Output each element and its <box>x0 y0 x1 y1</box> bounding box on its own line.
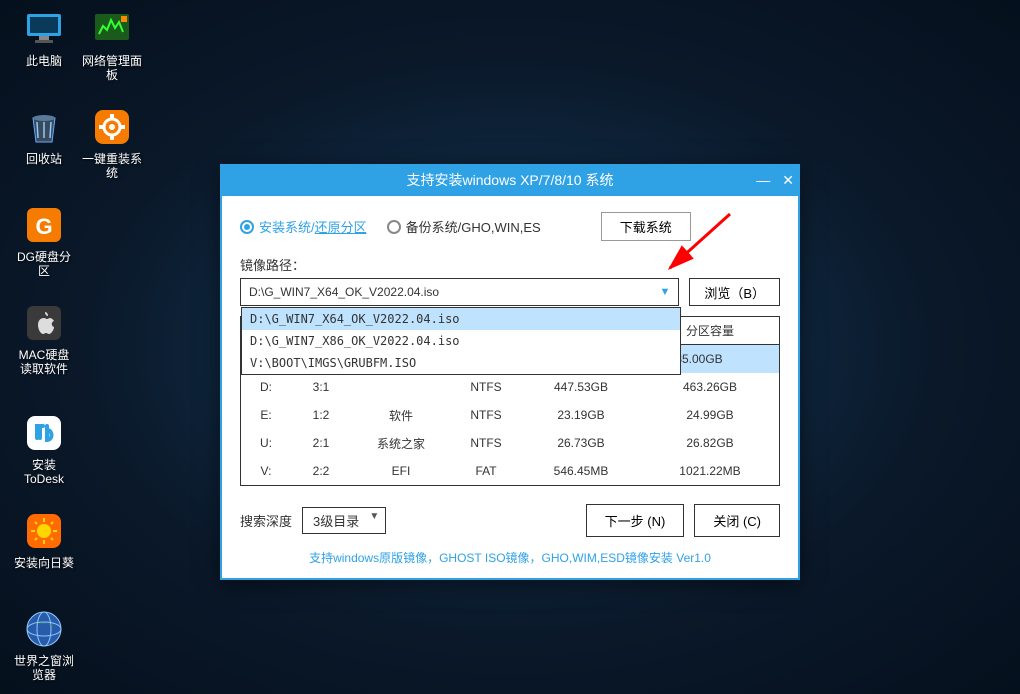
cell-free: 23.19GB <box>521 408 641 422</box>
desktop-icon-sunflower[interactable]: 安装向日葵 <box>14 510 74 570</box>
window-title: 支持安装windows XP/7/8/10 系统 <box>407 170 614 190</box>
table-row[interactable]: V:2:2EFIFAT546.45MB1021.22MB <box>241 457 779 485</box>
radio-icon <box>240 220 254 234</box>
cell-free: 26.73GB <box>521 436 641 450</box>
icon-label: 一键重装系统 <box>82 152 142 180</box>
icon-label: 世界之窗浏览器 <box>14 654 74 682</box>
desktop-icon-netpanel[interactable]: 网络管理面板 <box>82 8 142 82</box>
table-row[interactable]: U:2:1系统之家NTFS26.73GB26.82GB <box>241 429 779 457</box>
desktop-icon-this-pc[interactable]: 此电脑 <box>14 8 74 68</box>
icon-label: 安装向日葵 <box>14 556 74 570</box>
close-button[interactable]: ✕ <box>782 172 794 189</box>
installer-window: 支持安装windows XP/7/8/10 系统 — ✕ 安装系统/还原分区 备… <box>220 164 800 580</box>
icon-label: 回收站 <box>26 152 62 166</box>
backup-mode-radio[interactable]: 备份系统/GHO,WIN,ES <box>387 217 541 236</box>
image-path-label: 镜像路径： <box>240 255 780 274</box>
restore-link[interactable]: 还原分区 <box>315 220 367 235</box>
titlebar[interactable]: 支持安装windows XP/7/8/10 系统 — ✕ <box>220 164 800 196</box>
chevron-down-icon: ▼ <box>659 286 670 298</box>
icon-label: 安装ToDesk <box>14 458 74 486</box>
supported-formats-note: 支持windows原版镜像，GHOST ISO镜像，GHO,WIM,ESD镜像安… <box>240 549 780 566</box>
dg-icon: G <box>23 204 65 246</box>
cell-seq: 2:2 <box>291 464 351 478</box>
todesk-icon <box>23 412 65 454</box>
cell-drive: V: <box>241 464 291 478</box>
download-system-button[interactable]: 下载系统 <box>601 212 691 241</box>
this-pc-icon <box>23 8 65 50</box>
install-label: 安装系统/ <box>259 220 315 235</box>
cell-vol: 系统之家 <box>351 435 451 452</box>
close-window-button[interactable]: 关闭 (C) <box>694 504 780 537</box>
cell-seq: 3:1 <box>291 380 351 394</box>
cell-drive: U: <box>241 436 291 450</box>
icon-label: 此电脑 <box>26 54 62 68</box>
browse-button[interactable]: 浏览（B） <box>689 278 780 306</box>
cell-free: 447.53GB <box>521 380 641 394</box>
reinstall-icon <box>91 106 133 148</box>
dropdown-option[interactable]: V:\BOOT\IMGS\GRUBFM.ISO <box>242 352 680 374</box>
desktop-icon-reinstall[interactable]: 一键重装系统 <box>82 106 142 180</box>
cell-drive: D: <box>241 380 291 394</box>
recycle-icon <box>23 106 65 148</box>
cell-fmt: FAT <box>451 464 521 478</box>
table-row[interactable]: D:3:1 NTFS447.53GB463.26GB <box>241 373 779 401</box>
image-path-value: D:\G_WIN7_X64_OK_V2022.04.iso <box>249 285 439 299</box>
install-mode-radio[interactable]: 安装系统/还原分区 <box>240 217 367 236</box>
window-controls: — ✕ <box>756 164 794 196</box>
cell-cap: 463.26GB <box>641 380 779 394</box>
desktop-icon-mac[interactable]: MAC硬盘读取软件 <box>14 302 74 376</box>
desktop-icon-recycle[interactable]: 回收站 <box>14 106 74 166</box>
netpanel-icon <box>91 8 133 50</box>
sunflower-icon <box>23 510 65 552</box>
icon-label: DG硬盘分区 <box>14 250 74 278</box>
minimize-button[interactable]: — <box>756 172 770 188</box>
search-depth-label: 搜索深度 <box>240 511 292 530</box>
cell-cap: 1021.22MB <box>641 464 779 478</box>
window-body: 安装系统/还原分区 备份系统/GHO,WIN,ES 下载系统 镜像路径： D:\… <box>220 196 800 580</box>
image-path-row: D:\G_WIN7_X64_OK_V2022.04.iso ▼ D:\G_WIN… <box>240 278 780 306</box>
icon-label: 网络管理面板 <box>82 54 142 82</box>
svg-text:G: G <box>35 214 52 239</box>
browser-icon <box>23 608 65 650</box>
image-path-dropdown[interactable]: D:\G_WIN7_X64_OK_V2022.04.iso ▼ D:\G_WIN… <box>240 278 679 306</box>
cell-fmt: NTFS <box>451 436 521 450</box>
cell-vol: EFI <box>351 464 451 478</box>
desktop-icon-browser[interactable]: 世界之窗浏览器 <box>14 608 74 682</box>
mac-icon <box>23 302 65 344</box>
icon-label: MAC硬盘读取软件 <box>14 348 74 376</box>
desktop-icon-dg[interactable]: G DG硬盘分区 <box>14 204 74 278</box>
cell-cap: 24.99GB <box>641 408 779 422</box>
next-button[interactable]: 下一步 (N) <box>586 504 685 537</box>
desktop-icon-todesk[interactable]: 安装ToDesk <box>14 412 74 486</box>
cell-vol: 软件 <box>351 407 451 424</box>
cell-fmt: NTFS <box>451 408 521 422</box>
cell-fmt: NTFS <box>451 380 521 394</box>
dropdown-option[interactable]: D:\G_WIN7_X86_OK_V2022.04.iso <box>242 330 680 352</box>
cell-drive: E: <box>241 408 291 422</box>
cell-seq: 1:2 <box>291 408 351 422</box>
cell-free: 546.45MB <box>521 464 641 478</box>
radio-icon <box>387 220 401 234</box>
footer-controls: 搜索深度 3级目录 下一步 (N) 关闭 (C) <box>240 504 780 537</box>
backup-label: 备份系统/GHO,WIN,ES <box>406 217 541 236</box>
dropdown-option[interactable]: D:\G_WIN7_X64_OK_V2022.04.iso <box>242 308 680 330</box>
image-path-options: D:\G_WIN7_X64_OK_V2022.04.iso D:\G_WIN7_… <box>241 307 681 375</box>
table-row[interactable]: E:1:2软件NTFS23.19GB24.99GB <box>241 401 779 429</box>
search-depth-select[interactable]: 3级目录 <box>302 507 386 534</box>
mode-tabs: 安装系统/还原分区 备份系统/GHO,WIN,ES 下载系统 <box>240 212 780 241</box>
cell-cap: 26.82GB <box>641 436 779 450</box>
cell-seq: 2:1 <box>291 436 351 450</box>
